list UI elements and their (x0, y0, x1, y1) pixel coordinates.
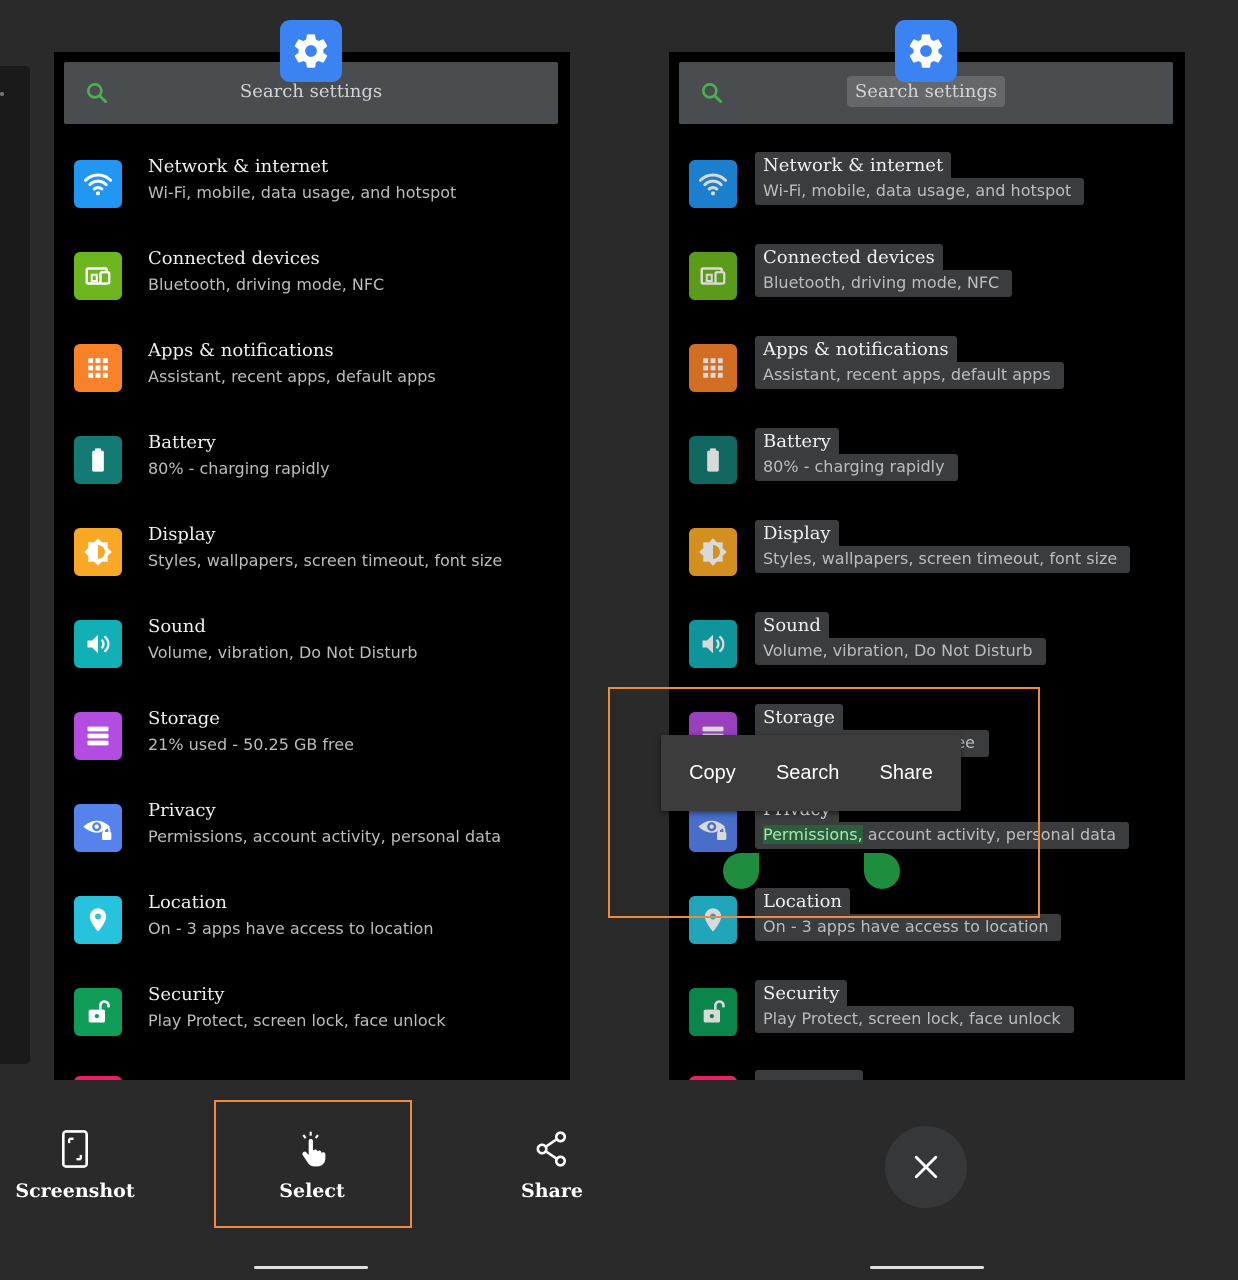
settings-item-battery[interactable]: Battery 80% - charging rapidly (689, 428, 1169, 512)
settings-item-sound[interactable]: Sound Volume, vibration, Do Not Disturb (689, 612, 1169, 696)
unlock-icon (689, 988, 737, 1036)
item-subtitle: Wi-Fi, mobile, data usage, and hotspot (148, 183, 457, 202)
item-subtitle[interactable]: Bluetooth, driving mode, NFC (755, 270, 1013, 297)
item-title[interactable]: Apps & notifications (755, 336, 957, 364)
settings-item-privacy[interactable]: Privacy Permissions, account activity, p… (74, 800, 554, 880)
close-button[interactable] (885, 1126, 967, 1208)
wifi-icon (74, 160, 122, 208)
settings-item-display[interactable]: Display Styles, wallpapers, screen timeo… (74, 524, 554, 604)
share-button[interactable]: Share (880, 762, 933, 785)
screenshot-label: Screenshot (15, 1180, 135, 1202)
settings-item-network[interactable]: Network & internet Wi-Fi, mobile, data u… (689, 152, 1169, 236)
item-subtitle: 21% used - 50.25 GB free (148, 735, 354, 754)
item-title: Sound (148, 616, 206, 637)
devices-icon (74, 252, 122, 300)
settings-item-location[interactable]: Location On - 3 apps have access to loca… (74, 892, 554, 972)
search-button[interactable]: Search (776, 762, 839, 785)
item-title: Security (148, 984, 225, 1005)
item-subtitle[interactable]: Wi-Fi, mobile, data usage, and hotspot (755, 178, 1085, 205)
settings-item-connected-devices[interactable]: Connected devices Bluetooth, driving mod… (689, 244, 1169, 328)
item-title: Location (148, 892, 228, 913)
phone-screenshot-icon (61, 1130, 89, 1168)
location-pin-icon (74, 896, 122, 944)
unlock-icon (74, 988, 122, 1036)
settings-item-security[interactable]: Security Play Protect, screen lock, face… (74, 984, 554, 1064)
settings-preview-right[interactable]: Search settings Network & internet Wi-Fi… (669, 52, 1185, 1080)
item-subtitle: Styles, wallpapers, screen timeout, font… (148, 551, 503, 570)
copy-button[interactable]: Copy (689, 762, 736, 785)
apps-grid-icon (689, 344, 737, 392)
gear-icon (909, 34, 943, 68)
next-item-icon-peek (74, 1076, 122, 1080)
search-placeholder: Search settings (239, 81, 383, 102)
item-subtitle[interactable]: Volume, vibration, Do Not Disturb (755, 638, 1046, 665)
settings-item-connected-devices[interactable]: Connected devices Bluetooth, driving mod… (74, 248, 554, 328)
item-title[interactable]: Connected devices (755, 244, 943, 272)
volume-icon (74, 620, 122, 668)
item-subtitle[interactable]: On - 3 apps have access to location (755, 914, 1062, 941)
devices-icon (689, 252, 737, 300)
close-icon (914, 1155, 938, 1179)
settings-item-sound[interactable]: Sound Volume, vibration, Do Not Disturb (74, 616, 554, 696)
selection-handle-start[interactable] (723, 853, 759, 889)
item-subtitle: Bluetooth, driving mode, NFC (148, 275, 385, 294)
item-title: Network & internet (148, 156, 329, 177)
gear-icon (294, 34, 328, 68)
item-title[interactable]: Display (755, 520, 839, 548)
screenshot-button[interactable]: Screenshot (0, 1130, 150, 1202)
share-label: Share (521, 1180, 583, 1202)
share-icon (536, 1131, 567, 1167)
wifi-icon (689, 160, 737, 208)
item-title: Connected devices (148, 248, 320, 269)
next-item-icon-peek (689, 1076, 737, 1080)
item-subtitle: Permissions, account activity, personal … (148, 827, 501, 846)
text-selection-menu: Copy Search Share (661, 735, 961, 811)
settings-preview-left[interactable]: Search settings Network & internet Wi-Fi… (54, 52, 570, 1080)
gesture-nav-bar[interactable] (254, 1266, 368, 1269)
brightness-icon (74, 528, 122, 576)
item-title: Battery (148, 432, 216, 453)
select-highlight-box (214, 1100, 412, 1228)
item-title[interactable]: Security (755, 980, 848, 1008)
item-subtitle[interactable]: Styles, wallpapers, screen timeout, font… (755, 546, 1131, 573)
card-indicator (0, 92, 4, 96)
item-subtitle: Play Protect, screen lock, face unlock (148, 1011, 446, 1030)
apps-grid-icon (74, 344, 122, 392)
settings-app-icon[interactable] (895, 20, 957, 82)
item-title[interactable]: Sound (755, 612, 829, 640)
settings-app-icon[interactable] (280, 20, 342, 82)
item-title[interactable]: Battery (755, 428, 839, 456)
settings-item-battery[interactable]: Battery 80% - charging rapidly (74, 432, 554, 512)
item-subtitle[interactable]: Play Protect, screen lock, face unlock (755, 1006, 1074, 1033)
battery-icon (74, 436, 122, 484)
item-subtitle: On - 3 apps have access to location (148, 919, 434, 938)
previous-app-card[interactable] (0, 66, 30, 1064)
search-placeholder[interactable]: Search settings (679, 76, 1173, 107)
brightness-icon (689, 528, 737, 576)
item-subtitle[interactable]: 80% - charging rapidly (755, 454, 958, 481)
settings-item-display[interactable]: Display Styles, wallpapers, screen timeo… (689, 520, 1169, 604)
settings-item-storage[interactable]: Storage 21% used - 50.25 GB free (74, 708, 554, 788)
item-subtitle: Volume, vibration, Do Not Disturb (148, 643, 418, 662)
next-item-title-peek (755, 1070, 863, 1080)
battery-icon (689, 436, 737, 484)
item-subtitle: Assistant, recent apps, default apps (148, 367, 436, 386)
item-title[interactable]: Network & internet (755, 152, 952, 180)
item-title: Storage (148, 708, 220, 729)
share-screenshot-button[interactable]: Share (477, 1130, 627, 1202)
item-title: Apps & notifications (148, 340, 334, 361)
item-title: Display (148, 524, 216, 545)
settings-item-apps[interactable]: Apps & notifications Assistant, recent a… (689, 336, 1169, 420)
gesture-nav-bar[interactable] (870, 1266, 984, 1269)
settings-item-apps[interactable]: Apps & notifications Assistant, recent a… (74, 340, 554, 420)
storage-icon (74, 712, 122, 760)
item-subtitle[interactable]: Assistant, recent apps, default apps (755, 362, 1064, 389)
item-subtitle: 80% - charging rapidly (148, 459, 330, 478)
selection-handle-end[interactable] (864, 853, 900, 889)
settings-item-network[interactable]: Network & internet Wi-Fi, mobile, data u… (74, 156, 554, 236)
item-title: Privacy (148, 800, 216, 821)
privacy-eye-icon (74, 804, 122, 852)
settings-item-security[interactable]: Security Play Protect, screen lock, face… (689, 980, 1169, 1064)
volume-icon (689, 620, 737, 668)
